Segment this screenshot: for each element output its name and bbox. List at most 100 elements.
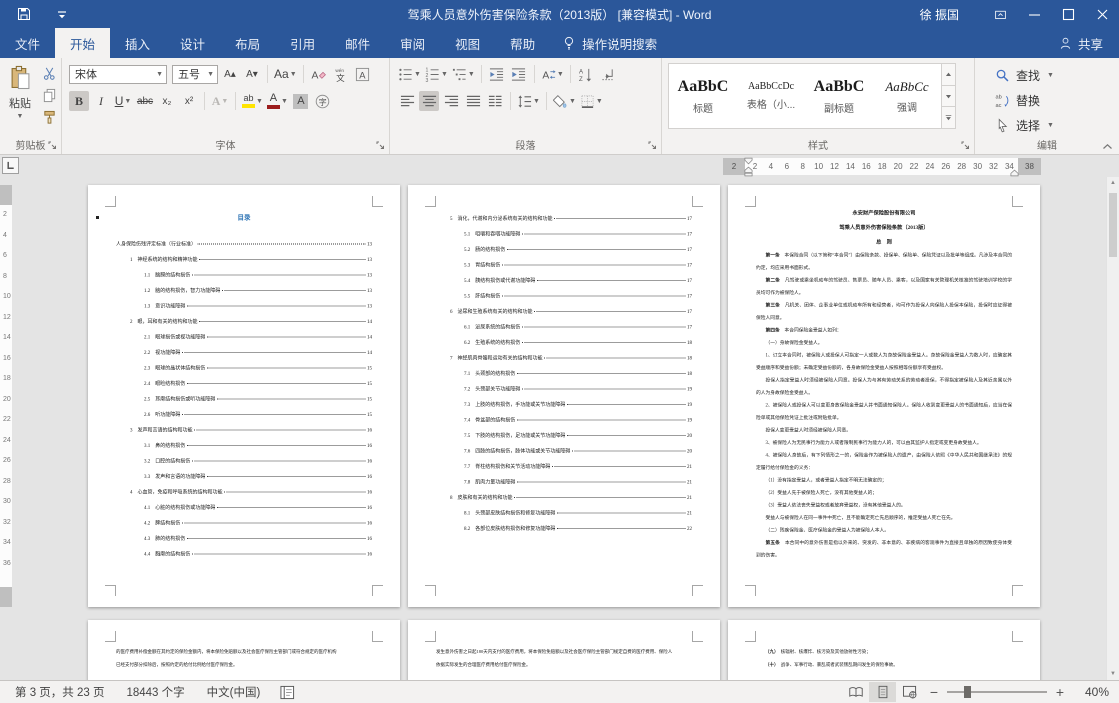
print-layout-button[interactable] <box>869 682 896 702</box>
page-4[interactable]: 的医疗费用补偿金额在其约定的保险金额内，将本保险免赔额以及社会医疗保险主管部门或… <box>88 620 400 680</box>
status-word-count[interactable]: 18443 个字 <box>115 684 195 700</box>
tab-references[interactable]: 引用 <box>275 28 330 58</box>
user-name[interactable]: 徐 振国 <box>920 6 959 23</box>
strikethrough-button[interactable]: abc <box>135 91 155 111</box>
tab-view[interactable]: 视图 <box>440 28 495 58</box>
superscript-button[interactable]: x² <box>179 91 199 111</box>
status-language[interactable]: 中文(中国) <box>196 684 272 700</box>
multilevel-list-button[interactable]: ▼ <box>451 64 476 84</box>
first-line-indent-marker[interactable] <box>744 157 753 165</box>
increase-indent-button[interactable] <box>509 64 529 84</box>
italic-button[interactable]: I <box>91 91 111 111</box>
tab-design[interactable]: 设计 <box>165 28 220 58</box>
horizontal-ruler[interactable]: 2 246810121416182022242628303234 38 <box>723 158 1041 175</box>
styles-scroll-up-button[interactable] <box>942 64 955 86</box>
minimize-button[interactable] <box>1017 0 1051 28</box>
font-name-combo[interactable]: 宋体▼ <box>69 65 167 84</box>
change-case-button[interactable]: Aa▼ <box>273 64 298 84</box>
proofing-icon[interactable] <box>271 685 304 700</box>
text-effects-button[interactable]: A▼ <box>210 91 230 111</box>
zoom-slider-thumb[interactable] <box>964 686 971 698</box>
find-button[interactable]: 查找▼ <box>995 65 1054 85</box>
tab-home[interactable]: 开始 <box>55 28 110 58</box>
phonetic-guide-button[interactable]: wén文 <box>331 64 351 84</box>
tab-layout[interactable]: 布局 <box>220 28 275 58</box>
scrollbar-thumb[interactable] <box>1109 193 1117 257</box>
vertical-scrollbar[interactable]: ▲ ▼ <box>1106 177 1119 680</box>
bold-button[interactable]: B <box>69 91 89 111</box>
close-button[interactable] <box>1085 0 1119 28</box>
collapse-ribbon-icon[interactable] <box>1102 142 1113 151</box>
clipboard-dialog-launcher-icon[interactable] <box>48 141 58 151</box>
font-dialog-launcher-icon[interactable] <box>376 141 386 151</box>
subscript-button[interactable]: x₂ <box>157 91 177 111</box>
styles-dialog-launcher-icon[interactable] <box>961 141 971 151</box>
zoom-slider[interactable] <box>947 691 1047 693</box>
copy-button[interactable] <box>39 85 59 105</box>
shading-button[interactable]: ▼ <box>552 91 577 111</box>
save-icon[interactable] <box>16 6 32 22</box>
grow-font-button[interactable]: A▴ <box>220 64 240 84</box>
highlight-color-button[interactable]: ab▼ <box>241 91 264 111</box>
shrink-font-button[interactable]: A▾ <box>242 64 262 84</box>
align-right-button[interactable] <box>441 91 461 111</box>
asian-layout-button[interactable]: A▼ <box>540 64 565 84</box>
style-title[interactable]: AaBbC标题 <box>669 64 737 128</box>
paste-button[interactable]: 粘贴 ▼ <box>3 63 37 133</box>
align-left-button[interactable] <box>397 91 417 111</box>
decrease-indent-button[interactable] <box>487 64 507 84</box>
cut-button[interactable] <box>39 63 59 83</box>
web-layout-button[interactable] <box>896 682 923 702</box>
font-size-combo[interactable]: 五号▼ <box>172 65 218 84</box>
replace-button[interactable]: abac 替换 <box>995 90 1040 110</box>
sort-button[interactable]: AZ <box>576 64 596 84</box>
zoom-in-button[interactable]: + <box>1049 685 1071 699</box>
style-table-small[interactable]: AaBbCcDc表格（小... <box>737 64 805 128</box>
tell-me-search[interactable]: 操作说明搜索 <box>562 28 657 58</box>
borders-button[interactable]: ▼ <box>579 91 604 111</box>
character-shading-button[interactable]: A <box>291 91 311 111</box>
maximize-button[interactable] <box>1051 0 1085 28</box>
style-subtitle[interactable]: AaBbC副标题 <box>805 64 873 128</box>
zoom-level[interactable]: 40% <box>1071 685 1109 699</box>
tab-help[interactable]: 帮助 <box>495 28 550 58</box>
enclose-characters-button[interactable]: 字 <box>313 91 333 111</box>
page-6[interactable]: （九） 核辐射、核爆炸、核污染及其他放射性污染；（十） 战争、军事行动、暴乱或者… <box>728 620 1040 680</box>
scrollbar-down-icon[interactable]: ▼ <box>1107 668 1119 680</box>
left-indent-marker[interactable] <box>744 166 753 177</box>
page-1[interactable]: 目录人身保险伤残评定标准（行业标准）131 神经系统的结构和精神功能131.1 … <box>88 185 400 607</box>
right-indent-marker[interactable] <box>1010 169 1019 177</box>
vertical-ruler[interactable]: 24681012141618202224262830323436 <box>0 177 12 680</box>
show-hide-marks-button[interactable] <box>598 64 618 84</box>
clear-formatting-button[interactable]: A <box>309 64 329 84</box>
read-mode-button[interactable] <box>842 682 869 702</box>
page-3[interactable]: 永安财产保险股份有限公司驾乘人员意外伤害保险条款（2013版）总 则第一条 本保… <box>728 185 1040 607</box>
tab-insert[interactable]: 插入 <box>110 28 165 58</box>
zoom-out-button[interactable]: − <box>923 685 945 699</box>
justify-button[interactable] <box>463 91 483 111</box>
character-border-button[interactable]: A <box>353 64 373 84</box>
paragraph-dialog-launcher-icon[interactable] <box>648 141 658 151</box>
align-center-button[interactable] <box>419 91 439 111</box>
font-color-button[interactable]: A▼ <box>266 91 289 111</box>
styles-scroll-down-button[interactable] <box>942 86 955 108</box>
styles-gallery-more-button[interactable] <box>942 107 955 128</box>
format-painter-button[interactable] <box>39 107 59 127</box>
tab-mailings[interactable]: 邮件 <box>330 28 385 58</box>
tab-file[interactable]: 文件 <box>0 28 55 58</box>
tab-review[interactable]: 审阅 <box>385 28 440 58</box>
page-5[interactable]: 发生意外伤害之日起180天内支付的医疗费用，将本保险免赔额以及社会医疗保险主管部… <box>408 620 720 680</box>
distribute-button[interactable] <box>485 91 505 111</box>
line-spacing-button[interactable]: ▼ <box>516 91 541 111</box>
tab-selector[interactable] <box>2 157 19 174</box>
bullets-button[interactable]: ▼ <box>397 64 422 84</box>
underline-button[interactable]: U▼ <box>113 91 133 111</box>
qat-customize-icon[interactable] <box>54 6 70 22</box>
ribbon-display-options-button[interactable] <box>983 0 1017 28</box>
select-button[interactable]: 选择▼ <box>995 115 1054 135</box>
numbering-button[interactable]: 123▼ <box>424 64 449 84</box>
share-button[interactable]: 共享 <box>1058 28 1119 58</box>
page-2[interactable]: 5 消化，代谢和内分泌系统有关的结构和功能175.1 咀嚼和吞咽功能障碍175.… <box>408 185 720 607</box>
style-emphasis[interactable]: AaBbCc强调 <box>873 64 941 128</box>
status-page-info[interactable]: 第 3 页，共 23 页 <box>4 684 115 700</box>
